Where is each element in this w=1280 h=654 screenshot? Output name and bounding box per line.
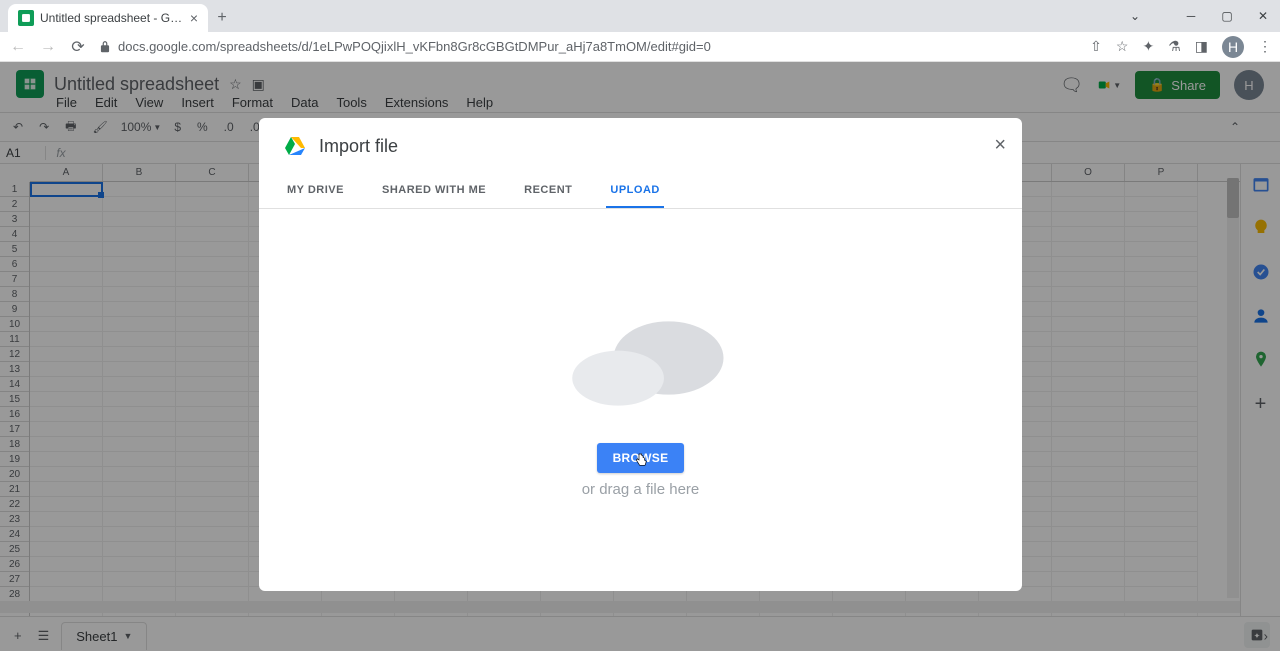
- back-button[interactable]: ←: [8, 37, 28, 57]
- browser-tab-title: Untitled spreadsheet - Google S: [40, 11, 184, 25]
- reload-button[interactable]: ⟳: [68, 37, 88, 57]
- modal-tabs: MY DRIVE SHARED WITH ME RECENT UPLOAD: [259, 174, 1022, 209]
- drag-hint-text: or drag a file here: [582, 481, 700, 498]
- minimize-button[interactable]: ─: [1174, 0, 1208, 32]
- new-tab-button[interactable]: +: [208, 4, 236, 32]
- cloud-icon: [546, 303, 736, 413]
- maximize-button[interactable]: ▢: [1210, 0, 1244, 32]
- url-text: docs.google.com/spreadsheets/d/1eLPwPOQj…: [118, 39, 711, 54]
- modal-tab-upload[interactable]: UPLOAD: [606, 174, 663, 208]
- side-panel-icon[interactable]: ◨: [1195, 38, 1208, 55]
- browse-button[interactable]: BROWSE: [597, 443, 685, 473]
- labs-icon[interactable]: ⚗: [1168, 38, 1181, 55]
- tab-search-icon[interactable]: ⌄: [1118, 0, 1152, 32]
- share-url-icon[interactable]: ⇧: [1090, 38, 1102, 55]
- modal-close-icon[interactable]: ×: [994, 134, 1006, 157]
- browser-tab-strip: Untitled spreadsheet - Google S × + ⌄ ─ …: [0, 0, 1280, 32]
- upload-dropzone[interactable]: BROWSE or drag a file here: [259, 209, 1022, 591]
- address-bar: ← → ⟳ docs.google.com/spreadsheets/d/1eL…: [0, 32, 1280, 62]
- modal-tab-shared-with-me[interactable]: SHARED WITH ME: [378, 174, 490, 208]
- close-window-button[interactable]: ✕: [1246, 0, 1280, 32]
- forward-button[interactable]: →: [38, 37, 58, 57]
- bookmark-icon[interactable]: ☆: [1116, 38, 1129, 55]
- modal-title: Import file: [319, 136, 398, 157]
- profile-avatar[interactable]: H: [1222, 36, 1244, 58]
- sheets-favicon: [18, 10, 34, 26]
- modal-tab-recent[interactable]: RECENT: [520, 174, 576, 208]
- window-controls: ⌄ ─ ▢ ✕: [1118, 0, 1280, 32]
- drive-logo-icon: [283, 134, 307, 158]
- extensions-icon[interactable]: ✦: [1142, 38, 1154, 55]
- url-field[interactable]: docs.google.com/spreadsheets/d/1eLPwPOQj…: [98, 39, 1080, 54]
- lock-icon: [98, 40, 112, 54]
- browser-tab[interactable]: Untitled spreadsheet - Google S ×: [8, 4, 208, 32]
- tab-close-icon[interactable]: ×: [190, 10, 198, 26]
- import-file-dialog: Import file × MY DRIVE SHARED WITH ME RECE…: [259, 118, 1022, 591]
- modal-tab-my-drive[interactable]: MY DRIVE: [283, 174, 348, 208]
- chrome-menu-icon[interactable]: ⋮: [1258, 38, 1272, 55]
